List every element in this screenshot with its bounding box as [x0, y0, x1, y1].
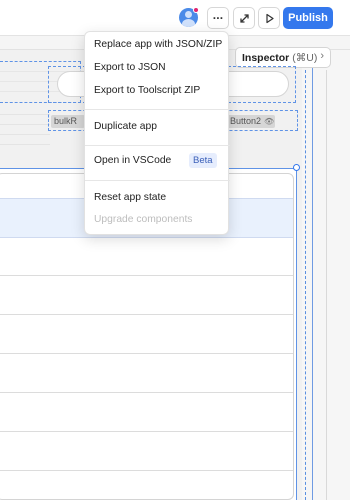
- preview-button[interactable]: [258, 7, 280, 29]
- resize-handle[interactable]: [293, 164, 300, 171]
- more-button[interactable]: ···: [207, 7, 229, 29]
- notification-dot: [193, 7, 199, 13]
- inspector-label: Inspector: [242, 51, 290, 64]
- table-row[interactable]: [0, 470, 293, 471]
- inspector-button[interactable]: Inspector (⌘U) ›: [235, 47, 331, 68]
- inspector-shortcut: (⌘U): [292, 51, 318, 64]
- beta-badge: Beta: [189, 153, 217, 168]
- component-chip-bulk[interactable]: bulkR: [51, 115, 85, 128]
- menu-item-replace-app[interactable]: Replace app with JSON/ZIP: [94, 39, 222, 50]
- play-icon: [265, 13, 274, 23]
- menu-item-duplicate-app[interactable]: Duplicate app: [94, 121, 157, 132]
- table-row[interactable]: [0, 431, 293, 432]
- component-chip-button2[interactable]: Button2 👁: [227, 115, 275, 128]
- canvas-grid-rows: [0, 108, 50, 148]
- table-row[interactable]: [0, 314, 293, 315]
- table-row[interactable]: [0, 275, 293, 276]
- menu-divider: [85, 180, 230, 181]
- menu-item-export-json[interactable]: Export to JSON: [94, 62, 166, 73]
- chip-label: Button2: [230, 116, 262, 126]
- table-row[interactable]: [0, 353, 293, 354]
- publish-button[interactable]: Publish: [283, 7, 333, 29]
- menu-item-upgrade-components: Upgrade components: [94, 214, 193, 225]
- menu-divider: [85, 145, 230, 146]
- chevron-right-icon: ›: [320, 50, 324, 62]
- expand-icon: [239, 13, 249, 23]
- menu-item-export-toolscript[interactable]: Export to Toolscript ZIP: [94, 85, 200, 96]
- eye-icon: 👁: [264, 117, 275, 126]
- app-actions-menu: Replace app with JSON/ZIP Export to JSON…: [84, 31, 230, 235]
- menu-item-reset-state[interactable]: Reset app state: [94, 192, 166, 203]
- table-row[interactable]: [0, 392, 293, 393]
- menu-item-open-vscode[interactable]: Open in VSCode: [94, 155, 171, 166]
- more-icon: ···: [212, 11, 224, 25]
- menu-divider: [85, 109, 230, 110]
- expand-button[interactable]: [233, 7, 255, 29]
